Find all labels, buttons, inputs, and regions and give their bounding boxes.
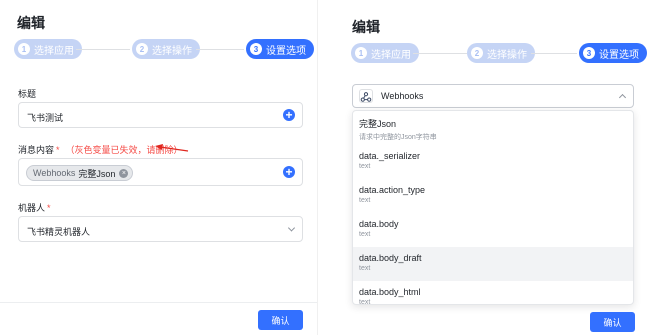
page-title: 编辑 — [352, 19, 380, 35]
confirm-button[interactable]: 确认 — [258, 310, 303, 330]
steps-bar: 1 选择应用 2 选择操作 3 设置选项 — [351, 43, 647, 63]
option-name: data.body_draft — [359, 253, 422, 263]
option-type: text — [359, 163, 371, 170]
title-field-label: 标题 — [18, 89, 37, 99]
title-input-value: 飞书测试 — [27, 113, 64, 123]
source-select[interactable]: Webhooks — [352, 84, 634, 108]
step-set-options[interactable]: 3 设置选项 — [579, 43, 647, 63]
dropdown-option[interactable]: data._serializer text — [353, 145, 633, 179]
option-name: 完整Json — [359, 119, 397, 129]
option-type: text — [359, 197, 371, 204]
insert-variable-icon[interactable]: + — [283, 166, 295, 178]
option-name: data.body_html — [359, 287, 421, 297]
step-connector — [196, 49, 244, 50]
page-title: 编辑 — [17, 15, 45, 31]
step-label: 选择操作 — [152, 45, 192, 57]
confirm-button[interactable]: 确认 — [590, 312, 635, 332]
step-select-app[interactable]: 1 选择应用 — [351, 43, 419, 63]
dropdown-option[interactable]: 完整Json 请求中完整的Json字符串 — [353, 111, 633, 145]
variable-chip[interactable]: Webhooks 完整Json × — [26, 165, 134, 181]
chip-value: 完整Json — [78, 168, 116, 179]
steps-bar: 1 选择应用 2 选择操作 3 设置选项 — [14, 39, 314, 59]
step-number: 1 — [355, 47, 367, 59]
step-select-action[interactable]: 2 选择操作 — [132, 39, 200, 59]
step-label: 选择操作 — [487, 49, 527, 61]
step-connector — [531, 53, 577, 54]
robot-label-text: 机器人 — [18, 203, 46, 213]
footer: 确认 — [0, 302, 317, 335]
source-select-value: Webhooks — [381, 91, 424, 101]
step-select-app[interactable]: 1 选择应用 — [14, 39, 82, 59]
message-label-text: 消息内容 — [18, 145, 55, 155]
option-name: data.body — [359, 219, 399, 229]
step-set-options[interactable]: 3 设置选项 — [246, 39, 314, 59]
step-number: 2 — [471, 47, 483, 59]
step-number: 3 — [250, 43, 262, 55]
chevron-down-icon — [287, 224, 296, 232]
step-label: 选择应用 — [34, 45, 74, 57]
dropdown-option[interactable]: data.action_type text — [353, 179, 633, 213]
robot-select[interactable]: 飞书精灵机器人 — [18, 216, 303, 242]
step-label: 设置选项 — [599, 49, 639, 61]
chip-source: Webhooks — [33, 168, 76, 178]
step-label: 选择应用 — [371, 49, 411, 61]
footer: 确认 — [334, 302, 650, 335]
dropdown-option[interactable]: data.body text — [353, 213, 633, 247]
edit-panel-left: 编辑 1 选择应用 2 选择操作 3 设置选项 标题 飞书测试 + 消息内容 * （… — [0, 0, 318, 335]
edit-panel-right: 编辑 1 选择应用 2 选择操作 3 设置选项 Webhooks 完整Json … — [334, 0, 650, 335]
step-select-action[interactable]: 2 选择操作 — [467, 43, 535, 63]
option-type: text — [359, 265, 371, 272]
robot-field-label: 机器人 * — [18, 201, 51, 214]
step-label: 设置选项 — [266, 45, 306, 57]
webhooks-icon — [359, 89, 373, 103]
step-connector — [76, 49, 130, 50]
message-input[interactable]: Webhooks 完整Json × + — [18, 158, 303, 186]
step-connector — [413, 53, 467, 54]
required-mark: * — [47, 203, 51, 213]
arrow-icon — [155, 144, 189, 152]
insert-variable-icon[interactable]: + — [283, 109, 295, 121]
required-mark: * — [56, 145, 60, 155]
chevron-up-icon — [618, 93, 627, 102]
step-number: 3 — [583, 47, 595, 59]
remove-chip-icon[interactable]: × — [119, 168, 129, 178]
title-input[interactable]: 飞书测试 + — [18, 102, 303, 128]
dropdown-option[interactable]: data.body_draft text — [353, 247, 633, 281]
option-name: data._serializer — [359, 151, 421, 161]
option-type: text — [359, 231, 371, 238]
step-number: 1 — [18, 43, 30, 55]
robot-select-value: 飞书精灵机器人 — [27, 227, 91, 237]
option-type: 请求中完整的Json字符串 — [359, 134, 437, 141]
variable-dropdown: 完整Json 请求中完整的Json字符串 data._serializer te… — [352, 110, 634, 305]
step-number: 2 — [136, 43, 148, 55]
option-name: data.action_type — [359, 185, 426, 195]
